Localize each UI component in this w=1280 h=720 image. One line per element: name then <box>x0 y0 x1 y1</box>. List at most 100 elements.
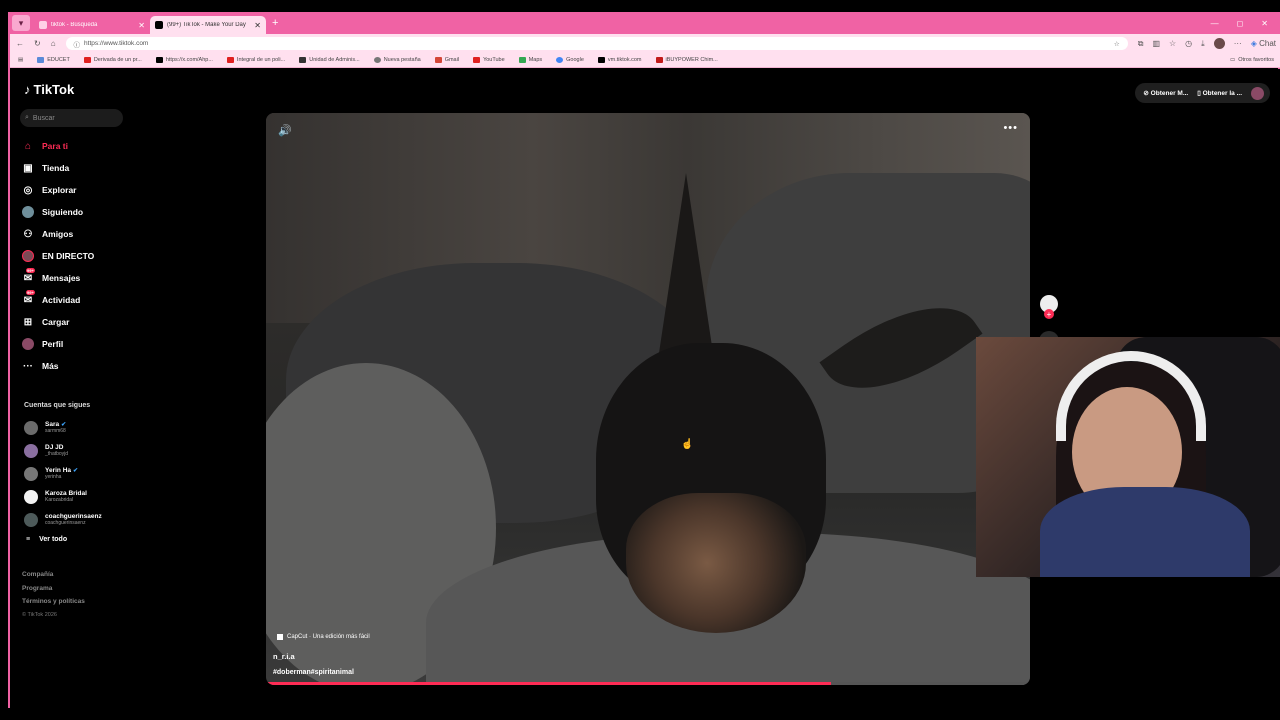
video-author[interactable]: n_r.i.a <box>273 652 295 661</box>
nav-item-para-ti[interactable]: ⌂ Para ti <box>22 135 132 157</box>
follow-plus-icon[interactable]: + <box>1044 309 1054 319</box>
nav-item-actividad[interactable]: ✉ 99+ Actividad <box>22 289 132 311</box>
nav-item-tienda[interactable]: ▣ Tienda <box>22 157 132 179</box>
close-tab-icon[interactable]: ✕ <box>254 21 261 30</box>
video-progress-fill <box>266 682 832 685</box>
following-account[interactable]: DJ JD _thatboyjd <box>24 439 102 462</box>
split-screen-icon[interactable]: ▥ <box>1152 39 1160 48</box>
tab-title: (99+) TikTok - Make Your Day <box>167 22 246 28</box>
nav-label: Cargar <box>42 317 70 327</box>
nav-item-amigos[interactable]: ⚇ Amigos <box>22 223 132 245</box>
account-name: Yerin Ha <box>45 467 72 474</box>
account-handle: sarmm68 <box>45 428 66 434</box>
nav-item-en-directo[interactable]: EN DIRECTO <box>22 245 132 267</box>
footer-link-program[interactable]: Programa <box>22 582 85 596</box>
bookmark-label: iBUYPOWER Chim... <box>665 57 718 63</box>
tab-search[interactable]: tiktok - Búsqueda ✕ <box>34 16 150 34</box>
window-controls: — ◻ ✕ <box>1211 19 1280 28</box>
reload-icon[interactable]: ↻ <box>34 39 41 48</box>
bookmark-item[interactable]: YouTube <box>473 57 505 63</box>
close-tab-icon[interactable]: ✕ <box>138 21 145 30</box>
see-all-button[interactable]: ≡ Ver todo <box>26 536 67 543</box>
globe-icon <box>373 57 381 63</box>
get-app-button[interactable]: ▯ Obtener la ... <box>1197 89 1242 97</box>
tab-menu-button[interactable]: ▾ <box>12 15 30 31</box>
get-coins-button[interactable]: ⊘ Obtener M... <box>1143 89 1188 97</box>
video-player[interactable]: 🔊 ••• ☝ CapCut · Una edición más fácil n… <box>266 113 1030 685</box>
video-progress-bar[interactable] <box>266 682 1030 685</box>
nav-item-perfil[interactable]: Perfil <box>22 333 132 355</box>
footer-link-terms[interactable]: Términos y políticas <box>22 595 85 609</box>
new-tab-button[interactable]: + <box>272 17 278 29</box>
nav-item-siguiendo[interactable]: Siguiendo <box>22 201 132 223</box>
nav-item-mensajes[interactable]: ✉ 99+ Mensajes <box>22 267 132 289</box>
bookmark-item[interactable]: EDUCET <box>37 57 70 63</box>
activity-badge: 99+ <box>26 290 35 295</box>
video-hashtags[interactable]: #doberman#spiritanimal <box>273 669 354 676</box>
close-window-icon[interactable]: ✕ <box>1261 19 1268 28</box>
account-handle: _thatboyjd <box>45 451 69 457</box>
bookmark-label: YouTube <box>483 57 505 63</box>
capcut-anchor[interactable]: CapCut · Una edición más fácil <box>277 634 370 640</box>
other-favorites-label: Otros favoritos <box>1238 57 1274 63</box>
following-account[interactable]: Karoza Bridal Karozabridal <box>24 485 102 508</box>
profile-avatar[interactable] <box>1251 86 1264 100</box>
url-text: https://www.tiktok.com <box>84 40 149 47</box>
extensions-icon[interactable]: ⧉ <box>1138 39 1144 49</box>
bookmark-item[interactable]: Gmail <box>434 57 459 63</box>
bookmark-item[interactable]: Unidad de Adminis... <box>299 57 360 63</box>
friends-icon: ⚇ <box>23 228 33 240</box>
profile-avatar-icon[interactable] <box>1213 38 1225 49</box>
avatar <box>24 512 38 527</box>
sidebar-footer: Compañía Programa Términos y políticas ©… <box>22 568 85 622</box>
bookmark-item[interactable]: https://x.com/Ahp... <box>155 57 213 63</box>
bookmark-item[interactable]: Derivada de un pr... <box>83 57 142 63</box>
tab-tiktok[interactable]: (99+) TikTok - Make Your Day ✕ <box>150 16 266 34</box>
nav-label: Más <box>42 361 59 371</box>
bookmark-label: Maps <box>528 57 543 63</box>
address-bar[interactable]: ⓘ https://www.tiktok.com ☆ <box>65 37 1128 50</box>
back-icon[interactable]: ← <box>16 39 24 48</box>
maximize-icon[interactable]: ◻ <box>1237 19 1244 28</box>
bookmark-item[interactable]: Maps <box>518 57 543 63</box>
nav-item-explorar[interactable]: ◎ Explorar <box>22 179 132 201</box>
history-icon[interactable]: ◷ <box>1185 39 1192 48</box>
site-info-icon[interactable]: ⓘ <box>74 39 81 49</box>
bookmark-item[interactable]: Integral de un poli... <box>226 57 286 63</box>
x-icon <box>155 57 163 63</box>
compass-icon: ◎ <box>23 184 33 196</box>
bookmark-label: Integral de un poli... <box>236 57 286 63</box>
nav-item-cargar[interactable]: ⊞ Cargar <box>22 311 132 333</box>
other-favorites[interactable]: ▭ Otros favoritos <box>1230 57 1274 63</box>
copilot-chat-button[interactable]: ◈ Chat <box>1251 39 1276 48</box>
nav-label: Amigos <box>42 229 74 239</box>
following-account[interactable]: Yerin Ha ✔ yerinha <box>24 462 102 485</box>
following-section-title: Cuentas que sigues <box>24 402 91 409</box>
downloads-icon[interactable]: ⤓ <box>1201 39 1205 49</box>
favorites-icon[interactable]: ☆ <box>1169 39 1176 48</box>
bookmark-item[interactable]: Nueva pestaña <box>373 57 421 63</box>
gmail-icon <box>434 57 442 63</box>
avatar <box>24 420 38 435</box>
sidebar-toggle-icon[interactable]: ▤ <box>18 57 23 63</box>
tiktok-favicon-icon <box>155 21 163 29</box>
minimize-icon[interactable]: — <box>1211 19 1219 28</box>
search-input[interactable]: ⌕ Buscar <box>20 109 123 127</box>
home-browser-icon[interactable]: ⌂ <box>51 39 56 48</box>
bookmark-item[interactable]: vm.tiktok.com <box>597 57 642 63</box>
nav-item-mas[interactable]: ··· Más <box>22 355 132 377</box>
volume-icon[interactable]: 🔊 <box>278 124 292 137</box>
account-name: Karoza Bridal <box>45 490 87 497</box>
footer-link-company[interactable]: Compañía <box>22 568 85 582</box>
settings-menu-icon[interactable]: ··· <box>1234 39 1242 48</box>
tab-strip: ▾ tiktok - Búsqueda ✕ (99+) TikTok - Mak… <box>10 12 1280 34</box>
bookmark-item[interactable]: Google <box>556 57 584 63</box>
following-account[interactable]: Sara ✔ sarmm68 <box>24 416 102 439</box>
live-avatar-icon <box>22 250 34 262</box>
bookmark-item[interactable]: iBUYPOWER Chim... <box>655 57 718 63</box>
tiktok-logo[interactable]: ♪ TikTok <box>24 82 74 97</box>
address-bar-row: ← ↻ ⌂ ⓘ https://www.tiktok.com ☆ ⧉ ▥ ☆ ◷… <box>10 34 1280 53</box>
favorite-star-icon[interactable]: ☆ <box>1114 40 1120 48</box>
following-account[interactable]: coachguerinsaenz coachguerinsaenz <box>24 508 102 531</box>
more-options-icon[interactable]: ••• <box>1003 122 1018 134</box>
